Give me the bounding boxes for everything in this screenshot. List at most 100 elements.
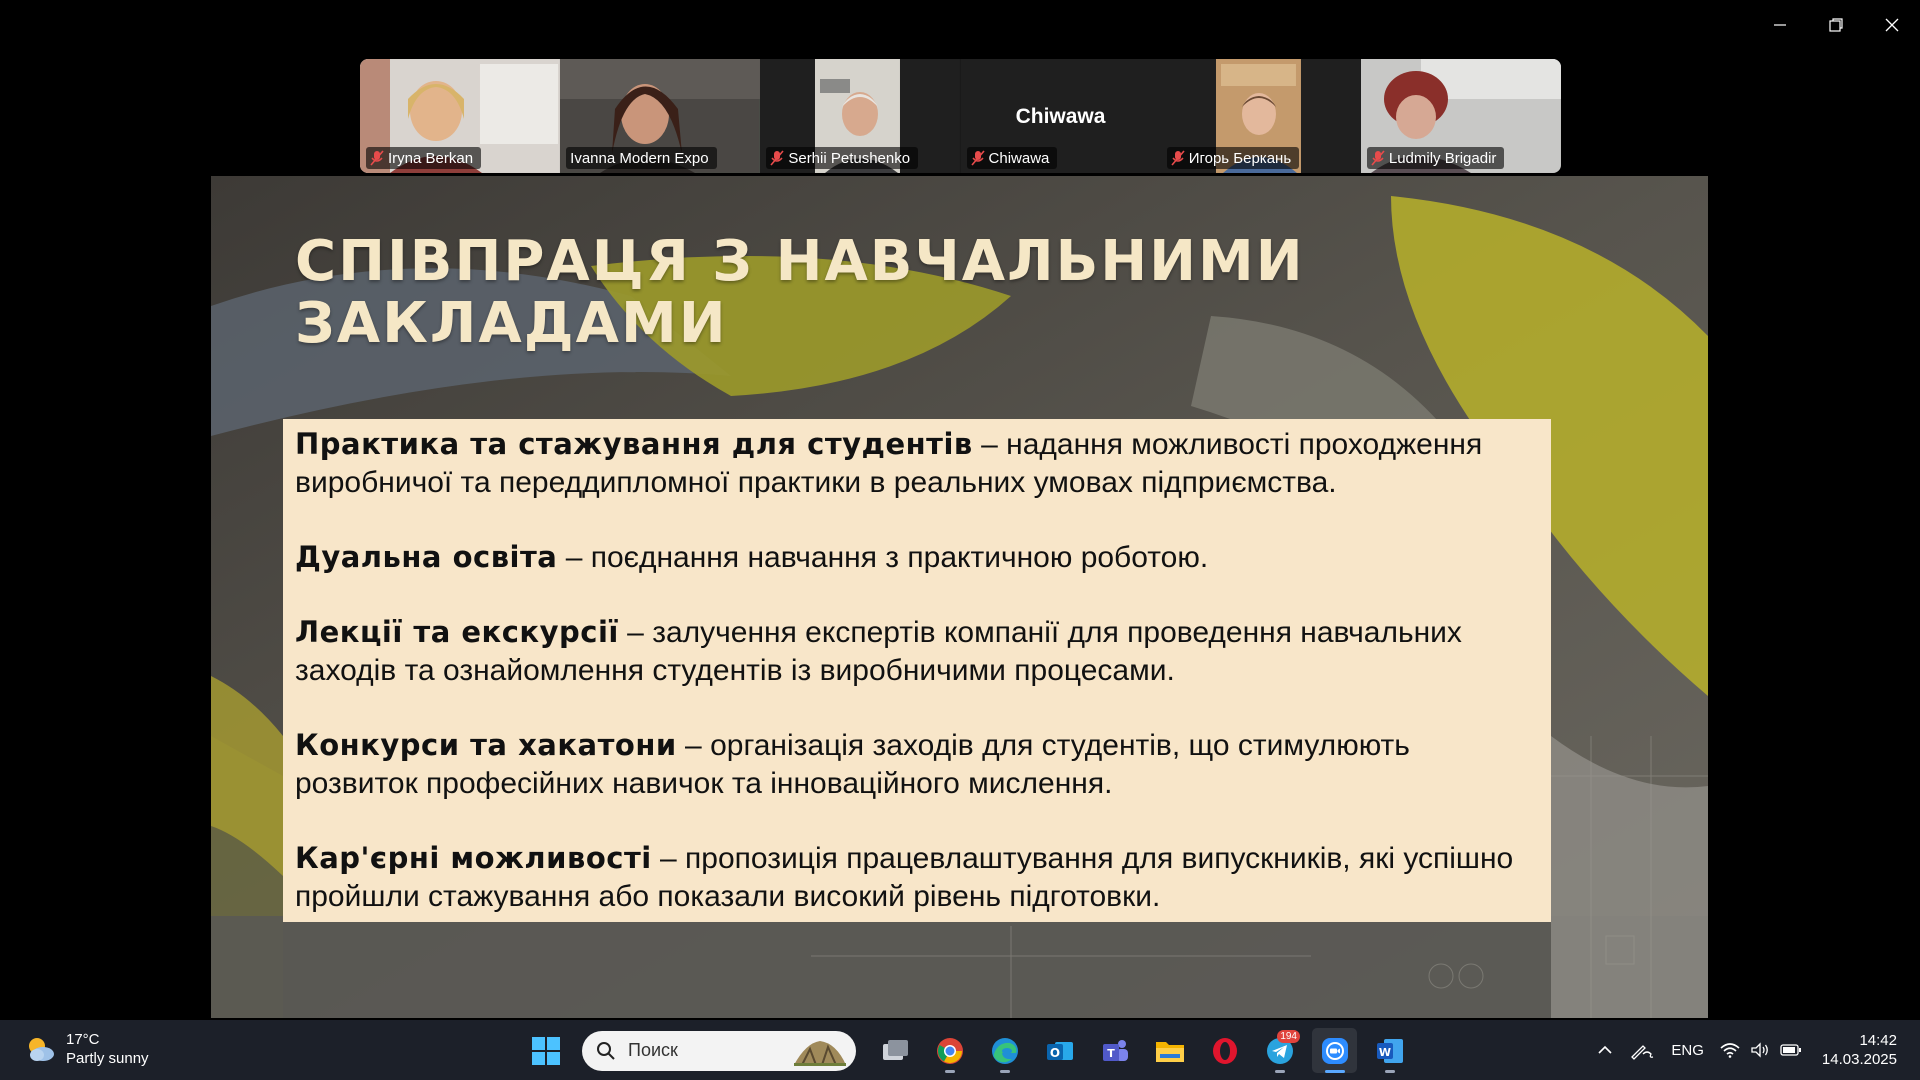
participant-display-name: Chiwawa <box>1015 105 1106 128</box>
list-item: Практика та стажування для студентів – н… <box>295 425 1539 502</box>
participant-tile[interactable]: Serhii Petushenko <box>760 59 961 173</box>
outlook-icon: O <box>1046 1041 1073 1060</box>
chrome-icon <box>936 1037 963 1064</box>
participant-name-tag: Ludmily Brigadir <box>1366 147 1505 169</box>
partly-sunny-icon <box>29 1038 54 1061</box>
participant-name: Serhii Petushenko <box>788 149 911 167</box>
item-description: – поєднання навчання з практичною робото… <box>557 541 1209 574</box>
mic-off-icon <box>1371 150 1385 166</box>
clock-date: 14.03.2025 <box>1821 1051 1897 1068</box>
telegram-button[interactable]: 194 <box>1257 1028 1302 1073</box>
item-term: Конкурси та хакатони <box>295 728 677 762</box>
participant-name-tag: Chiwawa <box>966 147 1058 169</box>
item-term: Кар'єрні можливості <box>295 841 652 875</box>
wifi-icon <box>1720 1043 1740 1058</box>
weather-text: 17°C Partly sunny <box>66 1030 149 1068</box>
volume-icon <box>1751 1042 1768 1058</box>
running-indicator <box>1275 1070 1285 1073</box>
slide-title: Співпраця з навчальними закладами <box>295 231 1305 355</box>
edge-icon <box>991 1037 1018 1064</box>
restore-icon <box>1829 18 1843 32</box>
slide-content-box: Практика та стажування для студентів – н… <box>283 419 1551 922</box>
file-explorer-button[interactable] <box>1147 1028 1192 1073</box>
pen-icon <box>1631 1045 1654 1060</box>
teams-button[interactable]: T <box>1092 1028 1137 1073</box>
teams-icon: T <box>1102 1039 1128 1061</box>
pen-menu-button[interactable] <box>1621 1030 1663 1070</box>
close-icon <box>1885 18 1899 32</box>
system-tray: ENG 14:42 14.03.2025 <box>1589 1020 1920 1080</box>
network-volume-battery[interactable] <box>1712 1030 1810 1070</box>
taskbar: 17°C Partly sunny O T <box>0 1020 1920 1080</box>
close-button[interactable] <box>1864 0 1920 50</box>
participant-name-tag: Serhii Petushenko <box>766 147 919 169</box>
svg-text:O: O <box>1049 1046 1059 1060</box>
outlook-button[interactable]: O <box>1037 1028 1082 1073</box>
search-icon <box>597 1041 615 1060</box>
participant-tile[interactable]: Игорь Беркань <box>1160 59 1361 173</box>
mic-off-icon <box>1171 150 1185 166</box>
task-view-icon <box>882 1039 908 1060</box>
shared-screen: Співпраця з навчальними закладами Практи… <box>211 176 1708 1018</box>
slide-title-line: закладами <box>295 291 728 356</box>
running-indicator <box>1385 1070 1395 1073</box>
word-button[interactable]: W <box>1367 1028 1412 1073</box>
participant-tile[interactable]: Ludmily Brigadir <box>1360 59 1561 173</box>
restore-button[interactable] <box>1808 0 1864 50</box>
weather-widget[interactable]: 17°C Partly sunny <box>24 1030 149 1068</box>
chevron-up-icon <box>1598 1045 1612 1054</box>
opera-button[interactable] <box>1202 1028 1247 1073</box>
task-view-button[interactable] <box>872 1028 917 1073</box>
zoom-button[interactable] <box>1312 1028 1357 1073</box>
participant-name: Ivanna Modern Expo <box>570 149 709 167</box>
item-term: Практика та стажування для студентів <box>295 427 973 461</box>
language-indicator[interactable]: ENG <box>1663 1030 1712 1070</box>
windows-icon <box>531 1036 560 1065</box>
participant-strip: Iryna Berkan Ivanna Modern Expo Serhii P… <box>360 59 1561 173</box>
folder-icon <box>1155 1041 1184 1062</box>
item-term: Дуальна освіта <box>295 540 558 574</box>
weather-description: Partly sunny <box>66 1050 149 1067</box>
participant-tile-active-speaker[interactable]: Ivanna Modern Expo <box>560 59 761 173</box>
window-controls <box>1752 0 1920 50</box>
list-item: Кар'єрні можливості – пропозиція працевл… <box>295 839 1539 916</box>
participant-tile[interactable]: Iryna Berkan <box>360 59 560 173</box>
running-indicator <box>1325 1070 1345 1073</box>
chrome-button[interactable] <box>927 1028 972 1073</box>
mic-off-icon <box>370 150 384 166</box>
participant-name: Chiwawa <box>988 149 1050 167</box>
taskbar-apps: O T 194 W <box>523 1028 1412 1073</box>
opera-icon <box>1212 1037 1237 1064</box>
participant-name: Iryna Berkan <box>388 149 474 167</box>
list-item: Конкурси та хакатони – організація заход… <box>295 726 1539 803</box>
edge-button[interactable] <box>982 1028 1027 1073</box>
taskbar-search[interactable] <box>582 1030 856 1071</box>
svg-text:T: T <box>1107 1047 1115 1060</box>
search-input[interactable] <box>628 1040 778 1061</box>
running-indicator <box>945 1070 955 1073</box>
minimize-button[interactable] <box>1752 0 1808 50</box>
participant-name: Ludmily Brigadir <box>1388 149 1497 167</box>
list-item: Дуальна освіта – поєднання навчання з пр… <box>295 538 1539 577</box>
clock-time: 14:42 <box>1859 1032 1897 1049</box>
participant-name-tag: Iryna Berkan <box>366 147 482 169</box>
weather-temperature: 17°C <box>66 1031 100 1048</box>
search-highlight-icon <box>794 1040 846 1066</box>
zoom-icon <box>1321 1037 1348 1064</box>
clock[interactable]: 14:42 14.03.2025 <box>1810 1031 1920 1069</box>
participant-name: Игорь Беркань <box>1188 149 1292 167</box>
mic-off-icon <box>970 150 985 166</box>
svg-text:W: W <box>1378 1046 1390 1059</box>
participant-tile-no-video[interactable]: Chiwawa Chiwawa <box>960 59 1161 173</box>
running-indicator <box>1000 1070 1010 1073</box>
list-item: Лекції та екскурсії – залучення експерті… <box>295 613 1539 690</box>
word-icon: W <box>1376 1038 1403 1063</box>
participant-name-tag: Ivanna Modern Expo <box>566 147 717 169</box>
notification-badge: 194 <box>1277 1030 1300 1043</box>
start-button[interactable] <box>523 1028 568 1073</box>
participant-name-tag: Игорь Беркань <box>1166 147 1300 169</box>
show-hidden-icons-button[interactable] <box>1589 1030 1621 1070</box>
minimize-icon <box>1774 24 1786 26</box>
slide-title-line: Співпраця з навчальними <box>295 229 1305 294</box>
item-term: Лекції та екскурсії <box>295 615 619 649</box>
